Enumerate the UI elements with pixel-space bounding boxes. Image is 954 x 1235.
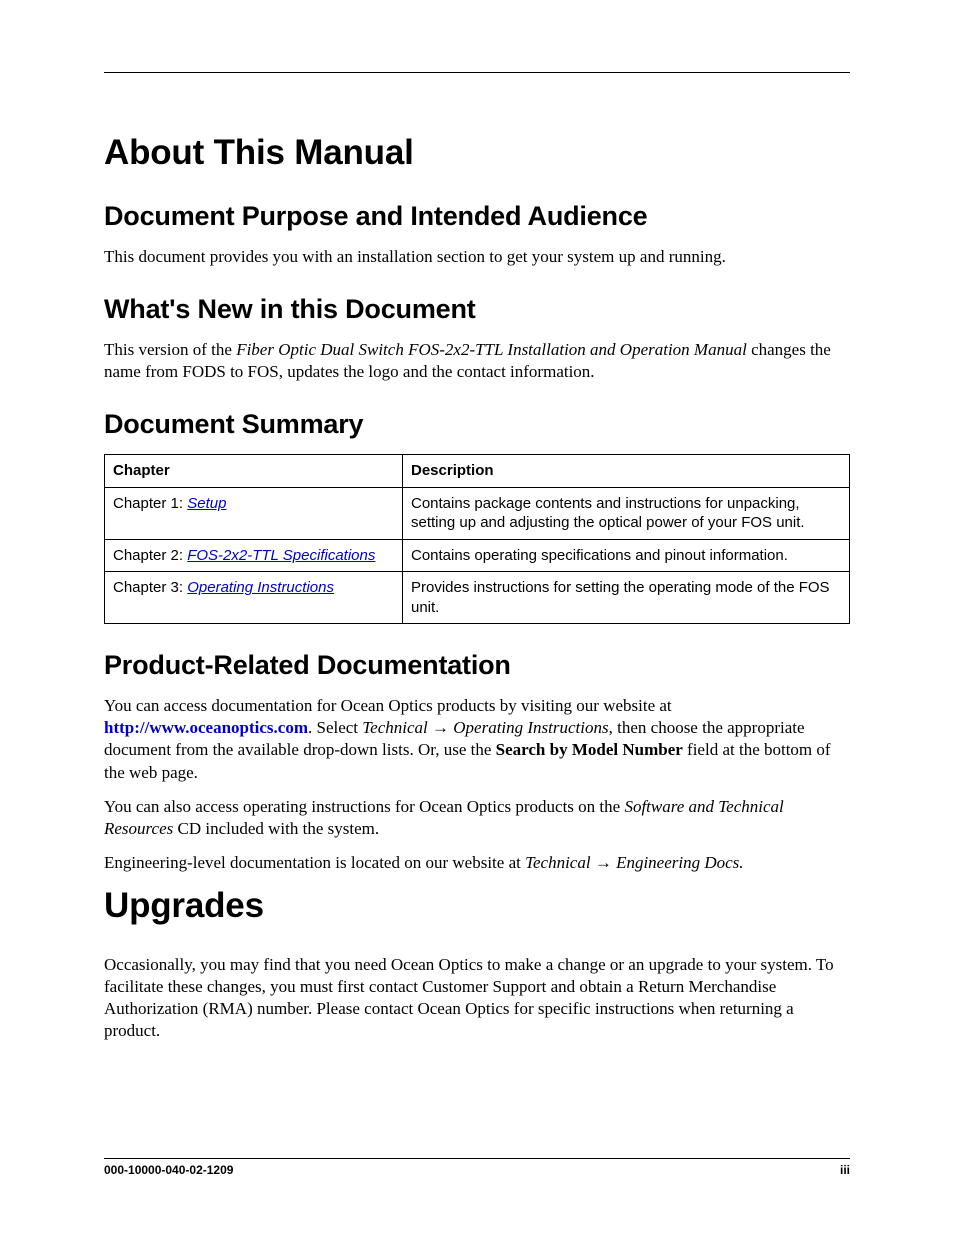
link-setup[interactable]: Setup xyxy=(187,495,226,512)
table-row: Chapter 3: Operating Instructions Provid… xyxy=(105,572,850,624)
table-row: Chapter 2: FOS-2x2-TTL Specifications Co… xyxy=(105,539,850,572)
text-fragment: CD included with the system. xyxy=(173,819,379,838)
heading-whats-new: What's New in this Document xyxy=(104,294,850,325)
document-page: About This Manual Document Purpose and I… xyxy=(0,0,954,1235)
paragraph-purpose: This document provides you with an insta… xyxy=(104,246,850,268)
heading-upgrades: Upgrades xyxy=(104,886,850,926)
cell-description: Provides instructions for setting the op… xyxy=(403,572,850,624)
text-fragment: Chapter 3: xyxy=(113,579,187,596)
search-field-name-bold: Search by Model Number xyxy=(496,740,683,759)
cell-description: Contains operating specifications and pi… xyxy=(403,539,850,572)
column-header-description: Description xyxy=(403,455,850,488)
paragraph-related-2: You can also access operating instructio… xyxy=(104,796,850,840)
link-oceanoptics-website[interactable]: http://www.oceanoptics.com xyxy=(104,718,308,737)
text-fragment: . Select xyxy=(308,718,362,737)
paragraph-related-1: You can access documentation for Ocean O… xyxy=(104,695,850,783)
text-fragment: Chapter 1: xyxy=(113,495,187,512)
table-header-row: Chapter Description xyxy=(105,455,850,488)
document-summary-table: Chapter Description Chapter 1: Setup Con… xyxy=(104,454,850,624)
link-specifications[interactable]: FOS-2x2-TTL Specifications xyxy=(187,547,375,564)
text-fragment: This version of the xyxy=(104,340,236,359)
heading-about-this-manual: About This Manual xyxy=(104,133,850,173)
footer-page-number: iii xyxy=(840,1163,850,1177)
paragraph-whats-new: This version of the Fiber Optic Dual Swi… xyxy=(104,339,850,383)
text-fragment: Engineering-level documentation is locat… xyxy=(104,853,525,872)
paragraph-related-3: Engineering-level documentation is locat… xyxy=(104,852,850,874)
cell-chapter: Chapter 1: Setup xyxy=(105,487,403,539)
footer-document-number: 000-10000-040-02-1209 xyxy=(104,1163,233,1177)
column-header-chapter: Chapter xyxy=(105,455,403,488)
header-rule xyxy=(104,72,850,73)
link-operating-instructions[interactable]: Operating Instructions xyxy=(187,579,334,596)
heading-document-purpose: Document Purpose and Intended Audience xyxy=(104,201,850,232)
table-row: Chapter 1: Setup Contains package conten… xyxy=(105,487,850,539)
text-fragment: You can also access operating instructio… xyxy=(104,797,624,816)
text-fragment: Chapter 2: xyxy=(113,547,187,564)
paragraph-upgrades: Occasionally, you may find that you need… xyxy=(104,954,850,1042)
nav-path-italic: Technical → Operating Instructions xyxy=(362,718,608,737)
page-footer: 000-10000-040-02-1209 iii xyxy=(104,1158,850,1177)
manual-title-italic: Fiber Optic Dual Switch FOS-2x2-TTL Inst… xyxy=(236,340,747,359)
nav-path-italic: Technical → Engineering Docs. xyxy=(525,853,743,872)
cell-chapter: Chapter 2: FOS-2x2-TTL Specifications xyxy=(105,539,403,572)
heading-document-summary: Document Summary xyxy=(104,409,850,440)
cell-chapter: Chapter 3: Operating Instructions xyxy=(105,572,403,624)
text-fragment: You can access documentation for Ocean O… xyxy=(104,696,672,715)
heading-product-related-documentation: Product-Related Documentation xyxy=(104,650,850,681)
cell-description: Contains package contents and instructio… xyxy=(403,487,850,539)
